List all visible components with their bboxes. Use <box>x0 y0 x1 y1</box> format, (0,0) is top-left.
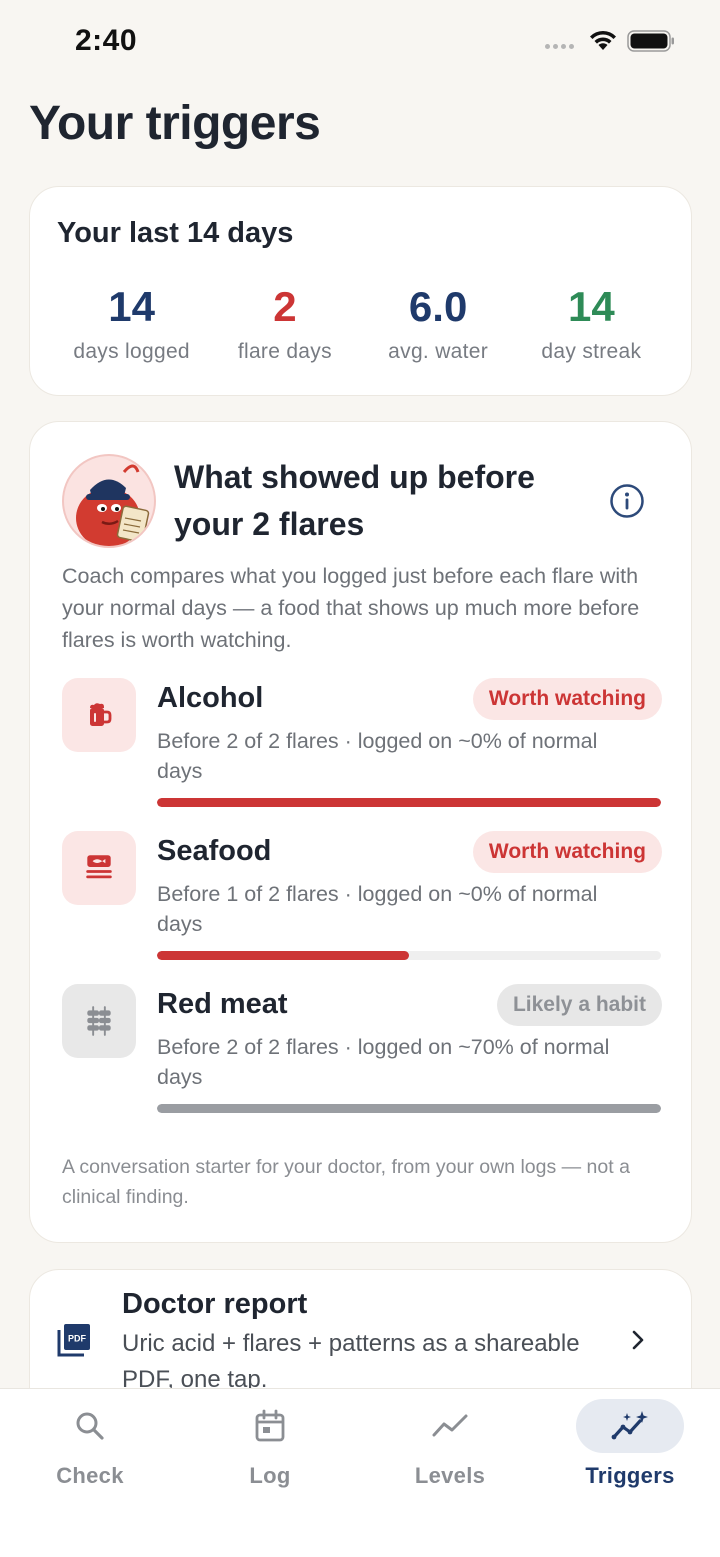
chevron-right-icon <box>632 1330 644 1350</box>
status-bar: 2:40 <box>0 0 720 84</box>
summary-title: Your last 14 days <box>57 217 294 249</box>
tab-triggers[interactable]: Triggers <box>540 1399 720 1509</box>
coach-mascot-avatar <box>62 454 156 548</box>
trigger-progress-fill <box>157 798 661 807</box>
stat-label: days logged <box>73 340 190 364</box>
stat-value: 14 <box>568 283 615 330</box>
info-icon[interactable] <box>608 482 646 520</box>
battery-icon <box>627 30 674 52</box>
tab-check[interactable]: Check <box>0 1399 180 1509</box>
trigger-detail: Before 1 of 2 flares · logged on ~0% of … <box>157 882 598 936</box>
stat-label: flare days <box>237 340 332 364</box>
fish-icon <box>62 831 136 905</box>
report-title: Doctor report <box>122 1288 308 1320</box>
tab-label: Levels <box>414 1463 486 1488</box>
search-icon <box>36 1399 144 1453</box>
trigger-progress-bar <box>157 798 661 807</box>
trigger-progress-bar <box>157 951 661 960</box>
signal-dots-icon <box>545 44 574 49</box>
bottom-tab-bar: Check Log Levels Triggers <box>0 1388 720 1557</box>
stat-value: 6.0 <box>408 283 468 330</box>
triggers-card: What showed up before your 2 flares Coac… <box>29 421 692 1243</box>
trigger-name: Red meat <box>157 988 288 1020</box>
stat-label: avg. water <box>388 340 489 364</box>
tab-label: Log <box>249 1463 291 1488</box>
stat-label: day streak <box>541 340 642 364</box>
calendar-icon <box>216 1399 324 1453</box>
tab-label: Triggers <box>585 1463 675 1488</box>
tab-label: Check <box>56 1463 124 1488</box>
status-badge: Likely a habit <box>496 984 662 1026</box>
trigger-item-seafood[interactable]: Seafood Worth watching Before 1 of 2 fla… <box>62 831 662 971</box>
triggers-heading: What showed up before your 2 flares <box>174 459 535 542</box>
stat-day-streak: 14 day streak <box>515 282 668 364</box>
trigger-item-alcohol[interactable]: Alcohol Worth watching Before 2 of 2 fla… <box>62 678 662 818</box>
stat-flare-days: 2 flare days <box>208 282 361 364</box>
stat-avg-water: 6.0 avg. water <box>362 282 515 364</box>
trigger-name: Alcohol <box>157 682 264 714</box>
stat-value: 2 <box>273 283 297 330</box>
stat-value: 14 <box>108 283 155 330</box>
trigger-detail: Before 2 of 2 flares · logged on ~70% of… <box>157 1035 610 1089</box>
beer-mug-icon <box>62 678 136 752</box>
pdf-icon: PDF <box>57 1324 90 1357</box>
status-badge: Worth watching <box>472 831 662 873</box>
svg-text:PDF: PDF <box>68 1334 87 1344</box>
trigger-progress-bar <box>157 1104 661 1113</box>
summary-card: Your last 14 days 14 days logged 2 flare… <box>29 186 692 396</box>
status-badge: Worth watching <box>472 678 662 720</box>
stat-days-logged: 14 days logged <box>55 282 208 364</box>
trigger-detail: Before 2 of 2 flares · logged on ~0% of … <box>157 729 598 783</box>
wifi-icon <box>590 30 616 50</box>
trigger-name: Seafood <box>157 835 272 867</box>
tab-log[interactable]: Log <box>180 1399 360 1509</box>
sparkle-trend-icon <box>576 1399 684 1453</box>
triggers-description: Coach compares what you logged just befo… <box>62 564 640 652</box>
disclaimer-text: A conversation starter for your doctor, … <box>62 1156 630 1208</box>
trend-line-icon <box>396 1399 504 1453</box>
page-title: Your triggers <box>29 97 321 150</box>
trigger-item-red-meat[interactable]: Red meat Likely a habit Before 2 of 2 fl… <box>62 984 662 1124</box>
status-time: 2:40 <box>75 24 138 57</box>
trigger-progress-fill <box>157 1104 661 1113</box>
tab-levels[interactable]: Levels <box>360 1399 540 1509</box>
skewer-icon <box>62 984 136 1058</box>
stats-row: 14 days logged 2 flare days 6.0 avg. wat… <box>55 282 668 364</box>
trigger-progress-fill <box>157 951 409 960</box>
